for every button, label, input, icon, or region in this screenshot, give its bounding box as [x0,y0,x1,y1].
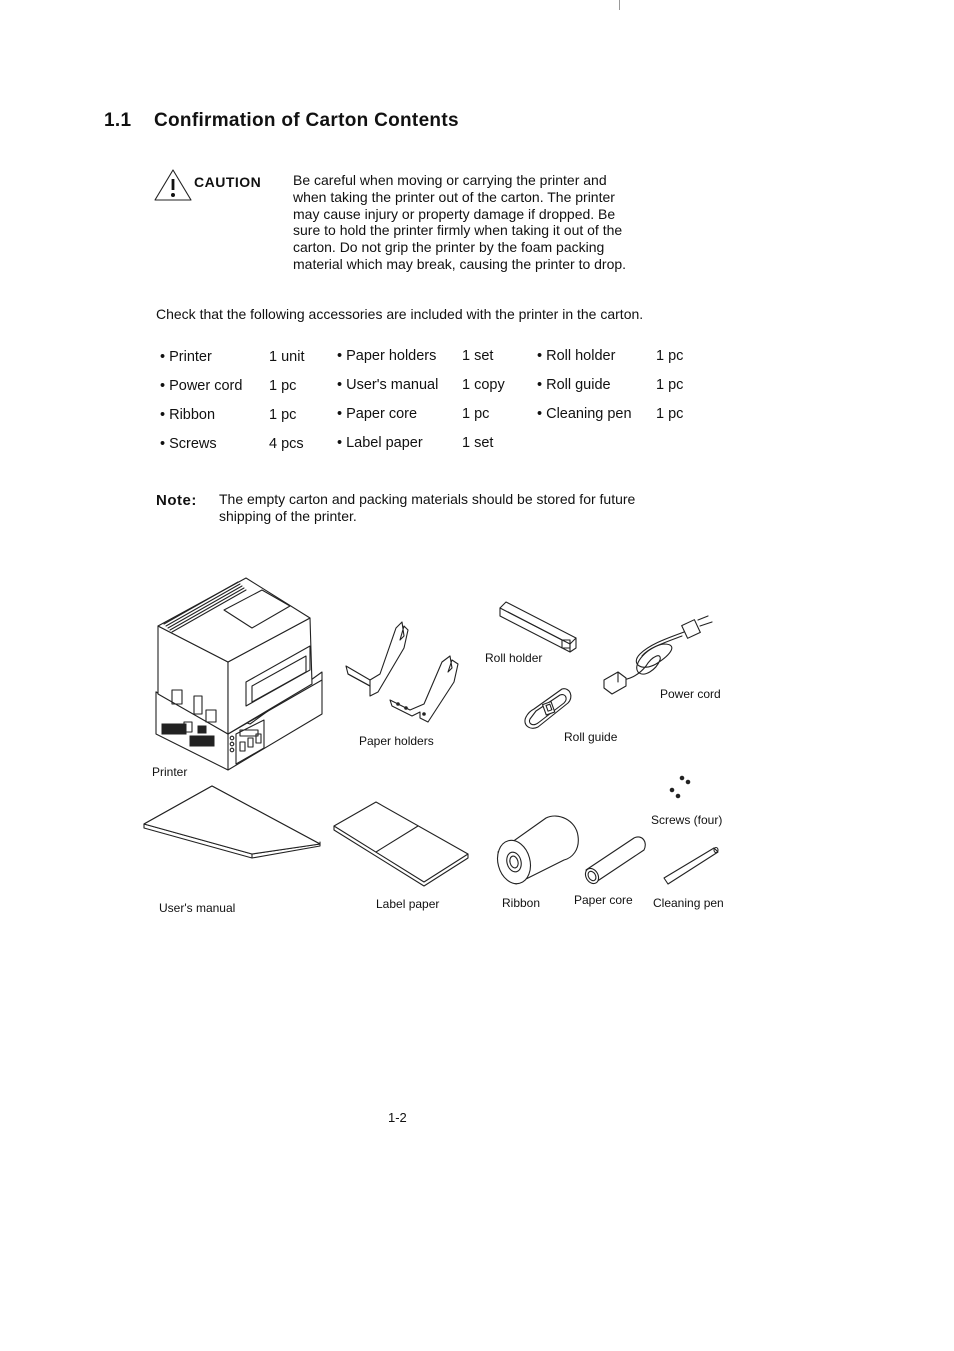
accessory-qty: 1 set [462,348,494,364]
printer-illustration [155,577,323,771]
caution-label: CAUTION [194,174,262,190]
paper-holders-illustration [345,621,459,723]
accessory-qty: 1 pc [269,378,297,394]
users-manual-illustration [143,785,321,859]
warning-triangle-icon [154,169,192,201]
label-paper-illustration [333,801,469,887]
accessory-name: • Roll holder [537,348,616,364]
accessory-qty: 1 pc [656,348,684,364]
accessory-name: • Power cord [160,378,243,394]
accessory-qty: 4 pcs [269,436,304,452]
accessory-qty: 1 copy [462,377,505,393]
accessory-qty: 1 unit [269,349,305,365]
accessory-qty: 1 set [462,435,494,451]
caption-roll-guide: Roll guide [564,730,618,744]
caution-line: sure to hold the printer firmly when tak… [293,222,623,239]
accessory-name: • Paper holders [337,348,437,364]
accessory-name: • Paper core [337,406,418,422]
caution-line: when taking the printer out of the carto… [293,188,615,205]
caption-paper-holders: Paper holders [359,734,434,748]
accessory-name: • Label paper [337,435,423,451]
accessory-name: • User's manual [337,377,439,393]
paper-holder-left [345,621,409,697]
accessory-qty: 1 pc [462,406,490,422]
caution-line: Be careful when moving or carrying the p… [293,172,607,188]
caution-text: Be careful when moving or carrying the p… [293,172,665,273]
screws-illustration [669,775,691,799]
accessory-name: • Printer [160,349,212,365]
caption-screws: Screws (four) [651,813,723,827]
caption-label-paper: Label paper [376,897,440,911]
section-heading: 1.1 Confirmation of Carton Contents [104,110,459,132]
accessory-name: • Roll guide [537,377,611,393]
caption-ribbon: Ribbon [502,896,541,910]
scan-mark [619,0,620,10]
note-text: The empty carton and packing materials s… [219,491,679,525]
caption-paper-core: Paper core [574,893,633,907]
section-number: 1.1 [104,110,132,131]
section-title: Confirmation of Carton Contents [154,110,459,131]
accessory-qty: 1 pc [269,407,297,423]
paper-core-illustration [584,836,646,885]
cleaning-pen-illustration [663,846,719,885]
caution-line: material which may break, causing the pr… [293,255,627,272]
accessory-name: • Cleaning pen [537,406,632,422]
caution-line: may cause injury or property damage if d… [293,205,616,222]
roll-guide-illustration [524,688,572,729]
caption-power-cord: Power cord [660,687,721,701]
caption-cleaning-pen: Cleaning pen [653,896,724,910]
caption-roll-holder: Roll holder [485,651,543,665]
note-line: shipping of the printer. [219,508,357,524]
paper-holder-right [389,655,459,723]
accessory-qty: 1 pc [656,377,684,393]
intro-text: Check that the following accessories are… [156,306,644,322]
accessory-qty: 1 pc [656,406,684,422]
caption-printer: Printer [152,765,188,779]
note-label: Note: [156,492,197,509]
note-line: The empty carton and packing materials s… [219,491,636,507]
ribbon-illustration [496,815,579,885]
accessory-name: • Screws [160,436,217,452]
roll-holder-illustration [499,601,577,653]
page-number: 1-2 [388,1110,407,1125]
caption-users-manual: User's manual [159,901,236,915]
caution-line: carton. Do not grip the printer by the f… [293,239,605,256]
accessory-name: • Ribbon [160,407,216,423]
